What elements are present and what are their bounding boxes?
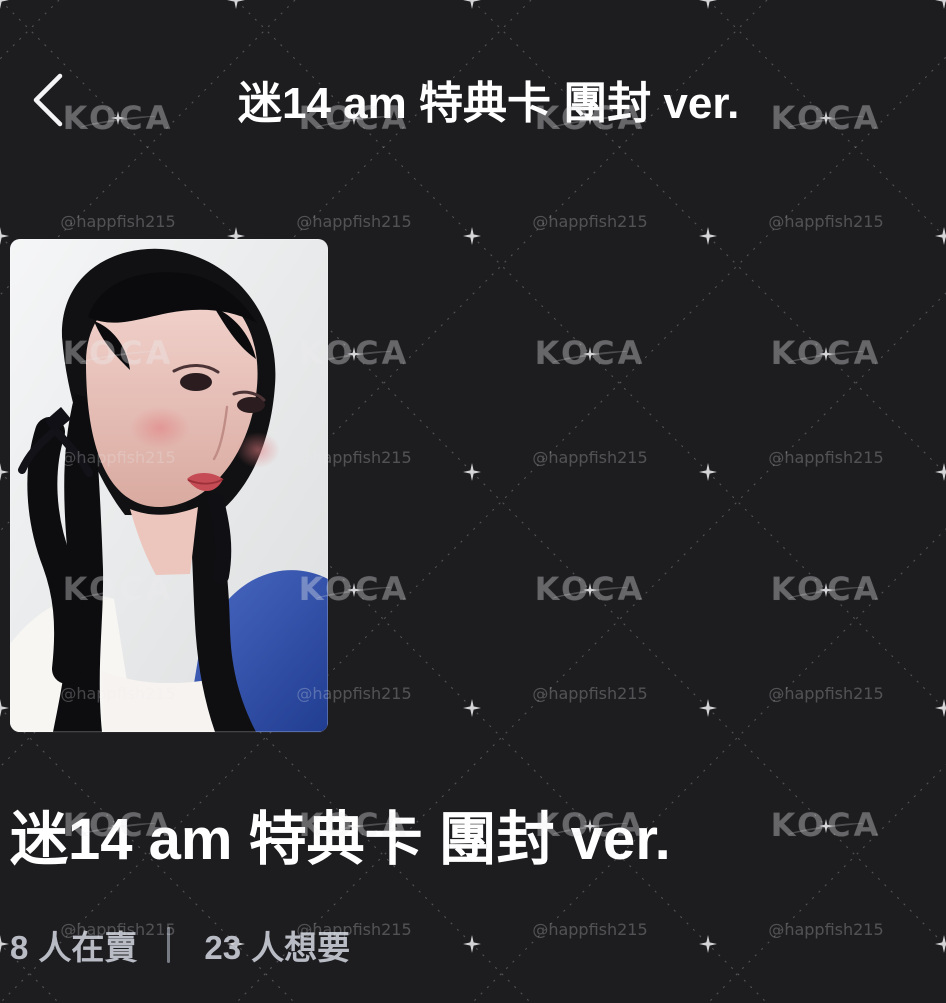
sparkle-mark <box>583 583 597 597</box>
watermark-logo: KOCA <box>530 569 650 609</box>
watermark-logo: KOCA <box>766 569 886 609</box>
sparkle-mark <box>699 699 717 717</box>
sparkle-mark <box>699 463 717 481</box>
back-button[interactable] <box>24 64 76 136</box>
sparkle-mark <box>463 227 481 245</box>
wanting-label: 人想要 <box>251 929 351 966</box>
sparkle-mark <box>0 699 9 717</box>
watermark-handle: @happfish215 <box>296 212 412 231</box>
top-bar: 迷14 am 特典卡 團封 ver. <box>0 0 946 205</box>
sparkle-mark <box>463 463 481 481</box>
sparkle-mark <box>819 347 833 361</box>
watermark-logo: KOCA <box>530 333 650 373</box>
watermark-handle: @happfish215 <box>532 920 648 939</box>
watermark-handle: @happfish215 <box>768 212 884 231</box>
sparkle-mark <box>819 583 833 597</box>
sparkle-mark <box>935 463 946 481</box>
watermark-handle: @happfish215 <box>532 684 648 703</box>
sparkle-mark <box>347 347 361 361</box>
sparkle-mark <box>347 583 361 597</box>
sparkle-mark <box>699 935 717 953</box>
watermark-handle: @happfish215 <box>768 920 884 939</box>
sparkle-mark <box>0 935 9 953</box>
sparkle-mark <box>0 463 9 481</box>
selling-label: 人在賣 <box>38 929 138 966</box>
selling-stat[interactable]: 8 人在賣 <box>10 921 137 969</box>
photocard-illustration <box>10 239 328 732</box>
sparkle-mark <box>935 935 946 953</box>
watermark-handle: @happfish215 <box>60 212 176 231</box>
watermark-logo: KOCA <box>766 333 886 373</box>
sparkle-mark <box>699 227 717 245</box>
watermark-handle: @happfish215 <box>532 448 648 467</box>
chevron-left-icon <box>33 73 63 127</box>
watermark-handle: @happfish215 <box>768 684 884 703</box>
wanting-count: 23 <box>204 929 242 966</box>
product-photocard-image[interactable] <box>10 239 328 732</box>
selling-count: 8 <box>10 929 29 966</box>
wanting-stat[interactable]: 23 人想要 <box>204 921 350 969</box>
product-title: 迷14 am 特典卡 團封 ver. <box>10 807 671 872</box>
sparkle-mark <box>463 935 481 953</box>
stats-divider <box>167 927 171 963</box>
watermark-handle: @happfish215 <box>532 212 648 231</box>
market-stats: 8 人在賣 23 人想要 <box>10 914 350 976</box>
sparkle-mark <box>0 227 9 245</box>
sparkle-mark <box>935 227 946 245</box>
page-title: 迷14 am 特典卡 團封 ver. <box>238 79 740 128</box>
sparkle-mark <box>463 699 481 717</box>
sparkle-mark <box>583 347 597 361</box>
watermark-handle: @happfish215 <box>768 448 884 467</box>
sparkle-mark <box>935 699 946 717</box>
